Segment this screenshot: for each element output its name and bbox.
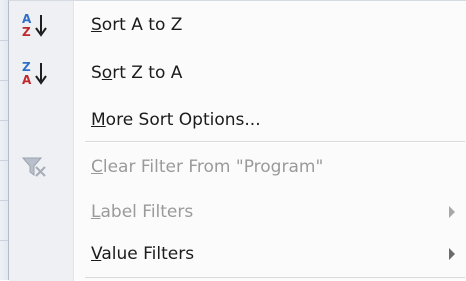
menu-item-label: Clear Filter From "Program" bbox=[91, 157, 324, 177]
menu-item-label: Sort A to Z bbox=[91, 15, 183, 35]
menu-item-label: Label Filters bbox=[91, 202, 194, 222]
menu-separator bbox=[85, 277, 465, 278]
menu-item-clear-filter[interactable]: Clear Filter From "Program" bbox=[9, 147, 465, 187]
menu-item-value-filters[interactable]: Value Filters bbox=[9, 234, 465, 274]
menu-item-label: Value Filters bbox=[91, 244, 195, 264]
sort-az-icon: A Z bbox=[22, 12, 47, 39]
menu-item-label: More Sort Options... bbox=[91, 110, 261, 130]
sort-az-bottom-letter: Z bbox=[22, 25, 31, 39]
sort-za-icon: Z A bbox=[22, 60, 47, 87]
menu-item-sort-z-to-a[interactable]: Z A Sort Z to A bbox=[9, 53, 465, 93]
sort-za-top-letter: Z bbox=[22, 60, 31, 74]
clear-filter-icon bbox=[21, 157, 46, 177]
menu-item-more-sort-options[interactable]: More Sort Options... bbox=[9, 100, 465, 140]
menu-item-label: Sort Z to A bbox=[91, 63, 183, 83]
sort-za-bottom-letter: A bbox=[22, 73, 32, 87]
menu-item-label-filters[interactable]: Label Filters bbox=[9, 192, 465, 232]
context-menu-screenshot: A Z Sort A to Z Z A Sort Z to A More Sor… bbox=[0, 0, 466, 281]
submenu-arrow-icon bbox=[449, 206, 455, 218]
worksheet-edge bbox=[0, 0, 8, 280]
menu-item-sort-a-to-z[interactable]: A Z Sort A to Z bbox=[9, 5, 465, 45]
submenu-arrow-icon bbox=[449, 248, 455, 260]
sort-az-top-letter: A bbox=[22, 12, 32, 26]
sort-filter-menu: A Z Sort A to Z Z A Sort Z to A More Sor… bbox=[8, 0, 466, 281]
